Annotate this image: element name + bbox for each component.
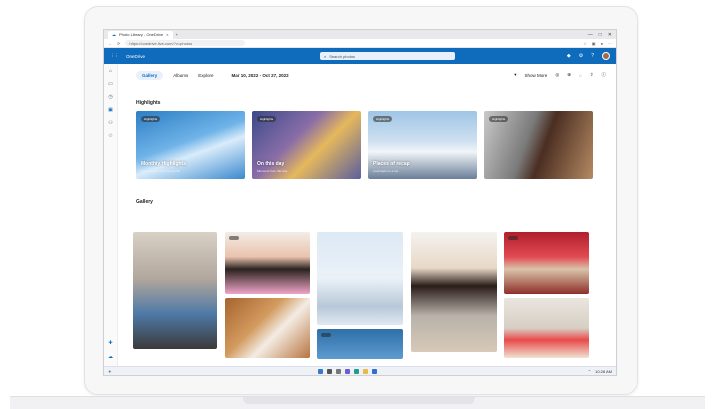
photo-badge (508, 236, 518, 240)
settings-icon[interactable]: ⚙ (579, 53, 583, 59)
onedrive-favicon-icon: ☁ (112, 32, 116, 37)
clock[interactable]: 10:28 AM (595, 369, 612, 374)
premium-icon[interactable]: ◆ (567, 53, 571, 59)
tab-albums[interactable]: Albums (173, 73, 188, 78)
avatar[interactable] (602, 52, 610, 60)
highlights-heading: Highlights (136, 100, 161, 106)
show-more-button[interactable]: Show More (525, 73, 548, 78)
tab-title: Photo Library - OneDrive (119, 32, 164, 37)
start-icon[interactable] (318, 368, 323, 374)
share-icon[interactable]: ⇧ (590, 72, 594, 78)
search-icon: ⌕ (324, 53, 327, 59)
tab-explore[interactable]: Explore (198, 73, 213, 78)
more-icon[interactable]: ⋯ (608, 41, 612, 46)
taskbar-search-icon[interactable] (327, 368, 332, 374)
search-placeholder: Search photos (329, 53, 356, 59)
slideshow-icon[interactable]: ◌ (579, 73, 582, 78)
favorites-icon[interactable]: ☆ (583, 41, 587, 46)
tile-subtitle: Moments from this day (257, 169, 288, 173)
tile-title: On this day (257, 161, 285, 167)
recent-icon[interactable]: ◷ (108, 94, 112, 100)
tile-subtitle: Look back on a trip (373, 169, 399, 173)
home-icon[interactable]: ⌂ (109, 68, 112, 74)
left-nav-rail: ⌂ ▭ ◷ ▣ ⚇ ♲ ✚ ☁ (104, 64, 118, 366)
highlight-tile[interactable]: Highlights Monthly Highlights See favori… (136, 111, 245, 179)
minimize-button[interactable]: — (588, 32, 593, 38)
url-text: https://onedrive.live.com/?v=photos (129, 40, 193, 46)
explorer-icon[interactable] (363, 368, 368, 374)
screen: ☁ Photo Library - OneDrive × + — □ ✕ ← ⟳… (103, 29, 617, 376)
tile-badge: Highlights (373, 116, 393, 122)
store-icon[interactable] (372, 368, 377, 374)
photos-icon[interactable]: ▣ (108, 107, 113, 113)
back-icon[interactable]: ← (108, 41, 112, 46)
view-icon[interactable]: ◎ (555, 72, 559, 78)
highlights-row: Highlights Monthly Highlights See favori… (136, 111, 606, 179)
device-frame: ☁ Photo Library - OneDrive × + — □ ✕ ← ⟳… (0, 0, 715, 409)
date-range: Mar 10, 2022 - Oct 27, 2022 (231, 72, 289, 78)
gallery-photo[interactable] (504, 298, 589, 358)
address-bar[interactable]: https://onedrive.live.com/?v=photos (125, 40, 246, 46)
app-launcher-icon[interactable]: ⋮⋮ (110, 53, 119, 59)
app-name[interactable]: OneDrive (126, 54, 145, 59)
refresh-icon[interactable]: ⟳ (117, 41, 120, 46)
cloud-icon[interactable]: ☁ (108, 354, 113, 360)
chat-icon[interactable] (345, 368, 350, 374)
system-tray-icon[interactable]: ⌃ (588, 369, 591, 374)
filter-icon: ▾ (514, 72, 517, 77)
photos-toolbar: Gallery Albums Explore Mar 10, 2022 - Oc… (136, 70, 606, 80)
gallery-photo[interactable] (133, 232, 217, 349)
tab-close-icon[interactable]: × (166, 32, 168, 37)
new-tab-button[interactable]: + (176, 32, 178, 37)
tab-gallery[interactable]: Gallery (136, 70, 164, 80)
address-row: ← ⟳ https://onedrive.live.com/?v=photos … (104, 39, 616, 48)
gallery-photo[interactable] (317, 232, 403, 325)
gallery-photo[interactable] (317, 329, 403, 359)
info-icon[interactable]: ⓘ (602, 72, 607, 78)
tile-badge: Highlights (141, 116, 161, 122)
profile-icon[interactable]: ● (601, 41, 603, 46)
photo-badge (321, 333, 331, 337)
gallery-heading: Gallery (136, 199, 153, 205)
add-icon[interactable]: ✚ (108, 340, 112, 346)
upload-icon[interactable]: ⊕ (567, 72, 571, 78)
search-box[interactable]: ⌕ Search photos (320, 52, 456, 60)
highlight-tile[interactable]: Highlights Places of recap Look back on … (368, 111, 477, 179)
gallery-photo[interactable] (225, 232, 310, 294)
highlight-tile[interactable]: Highlights On this day Moments from this… (252, 111, 361, 179)
taskbar: ☀ ⌃ 10:28 AM (104, 366, 616, 375)
laptop-notch (243, 397, 475, 404)
gallery-photo[interactable] (225, 298, 310, 358)
help-icon[interactable]: ? (591, 53, 594, 59)
browser-tab[interactable]: ☁ Photo Library - OneDrive × (108, 30, 173, 39)
weather-icon[interactable]: ☀ (108, 369, 112, 374)
recycle-bin-icon[interactable]: ♲ (108, 133, 112, 139)
gallery-photo[interactable] (411, 232, 497, 352)
browser-tab-strip: ☁ Photo Library - OneDrive × + — □ ✕ (104, 30, 616, 39)
folder-icon[interactable]: ▭ (108, 81, 113, 87)
shared-icon[interactable]: ⚇ (108, 120, 112, 126)
photo-badge (229, 236, 239, 240)
task-view-icon[interactable] (336, 368, 341, 374)
maximize-button[interactable]: □ (599, 32, 602, 38)
collections-icon[interactable]: ▣ (592, 41, 596, 46)
edge-icon[interactable] (354, 368, 359, 374)
tile-badge: Highlights (489, 116, 509, 122)
tile-badge: Highlights (257, 116, 277, 122)
tile-title: Monthly Highlights (141, 161, 186, 167)
tile-title: Places of recap (373, 161, 410, 167)
close-window-button[interactable]: ✕ (608, 32, 612, 38)
tile-subtitle: See favorites from this month (141, 169, 181, 173)
highlight-tile[interactable]: Highlights (484, 111, 593, 179)
gallery-photo[interactable] (504, 232, 589, 294)
app-header: ⋮⋮ OneDrive ⌕ Search photos ◆ ⚙ ? (104, 48, 616, 64)
